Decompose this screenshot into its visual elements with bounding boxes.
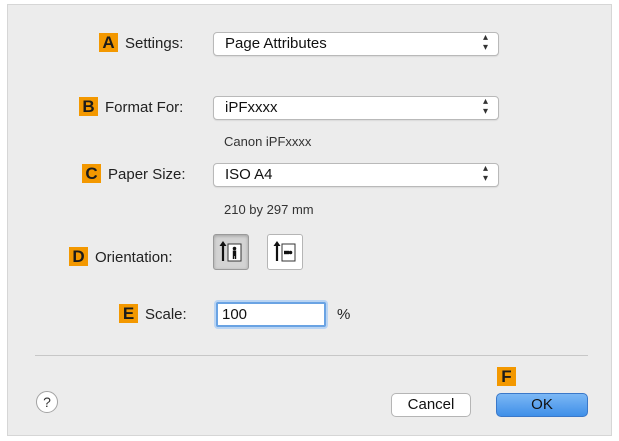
- stepper-arrows-icon: ▴ ▾: [482, 163, 488, 184]
- format-for-badge: B: [79, 97, 98, 116]
- scale-unit: %: [337, 306, 351, 323]
- paper-size-label: Paper Size:: [108, 166, 186, 183]
- paper-size-value: ISO A4: [225, 166, 273, 183]
- orientation-group: [213, 234, 303, 270]
- settings-popup[interactable]: Page Attributes ▴ ▾: [213, 32, 499, 56]
- ok-badge: F: [497, 367, 516, 386]
- format-for-popup[interactable]: iPFxxxx ▴ ▾: [213, 96, 499, 120]
- page-setup-dialog: A Settings: Page Attributes ▴ ▾ B Format …: [7, 4, 612, 436]
- ok-button[interactable]: OK: [496, 393, 588, 417]
- settings-label: Settings:: [125, 35, 184, 52]
- cancel-button[interactable]: Cancel: [391, 393, 471, 417]
- settings-value: Page Attributes: [225, 35, 327, 52]
- format-for-label: Format For:: [105, 99, 184, 116]
- paper-size-popup[interactable]: ISO A4 ▴ ▾: [213, 163, 499, 187]
- paper-size-badge: C: [82, 164, 101, 183]
- scale-badge: E: [119, 304, 138, 323]
- help-button[interactable]: ?: [36, 391, 58, 413]
- paper-dimensions: 210 by 297 mm: [224, 202, 314, 217]
- portrait-orientation-button[interactable]: [213, 234, 249, 270]
- printer-name: Canon iPFxxxx: [224, 134, 312, 149]
- scale-label: Scale:: [145, 306, 187, 323]
- portrait-icon: [219, 241, 242, 262]
- orientation-badge: D: [69, 247, 88, 266]
- landscape-orientation-button[interactable]: [267, 234, 303, 270]
- scale-input[interactable]: 100: [216, 302, 326, 327]
- stepper-arrows-icon: ▴ ▾: [482, 96, 488, 117]
- landscape-icon: [273, 241, 296, 262]
- settings-badge: A: [99, 33, 118, 52]
- orientation-label: Orientation:: [95, 249, 173, 266]
- format-for-value: iPFxxxx: [225, 99, 278, 116]
- stepper-arrows-icon: ▴ ▾: [482, 32, 488, 53]
- separator: [35, 355, 588, 356]
